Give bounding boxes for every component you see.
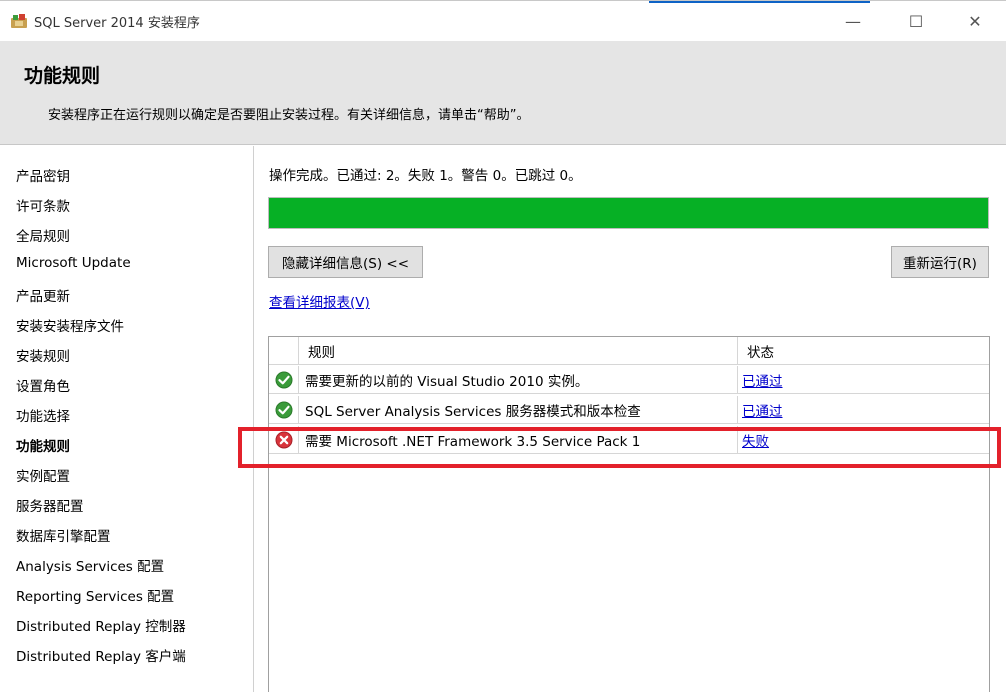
rule-name: SQL Server Analysis Services 服务器模式和版本检查 — [300, 396, 738, 423]
nav-item-setup-role[interactable]: 设置角色 — [16, 375, 70, 395]
nav-item-database-engine-configuration[interactable]: 数据库引擎配置 — [16, 525, 111, 545]
nav-item-microsoft-update[interactable]: Microsoft Update — [16, 255, 131, 271]
column-header-status[interactable]: 状态 — [739, 337, 989, 364]
rule-status-cell: 已通过 — [739, 366, 989, 393]
table-header-row: 规则 状态 — [269, 337, 989, 365]
maximize-button[interactable]: ☐ — [893, 1, 939, 41]
nav-item-install-setup-files[interactable]: 安装安装程序文件 — [16, 315, 124, 335]
nav-item-reporting-services-configuration[interactable]: Reporting Services 配置 — [16, 585, 174, 605]
column-header-rule[interactable]: 规则 — [300, 337, 738, 364]
rules-table: 规则 状态 需要更新的以前的 Visual Studio 2010 实例。 已通… — [268, 336, 990, 692]
minimize-button[interactable]: — — [830, 1, 876, 41]
close-button[interactable]: ✕ — [952, 1, 998, 41]
view-detailed-report-link[interactable]: 查看详细报表(V) — [269, 291, 370, 311]
table-row[interactable]: SQL Server Analysis Services 服务器模式和版本检查 … — [269, 396, 989, 424]
page-description: 安装程序正在运行规则以确定是否要阻止安装过程。有关详细信息，请单击“帮助”。 — [48, 108, 530, 123]
window-accent-line — [649, 1, 870, 3]
nav-item-server-configuration[interactable]: 服务器配置 — [16, 495, 84, 515]
table-row[interactable]: 需要更新的以前的 Visual Studio 2010 实例。 已通过 — [269, 366, 989, 394]
sql-server-setup-icon — [11, 14, 27, 28]
rule-status-link[interactable]: 已通过 — [742, 370, 783, 390]
page-header: 功能规则 安装程序正在运行规则以确定是否要阻止安装过程。有关详细信息，请单击“帮… — [0, 41, 1006, 145]
nav-item-feature-selection[interactable]: 功能选择 — [16, 405, 70, 425]
steps-sidebar: 产品密钥 许可条款 全局规则 Microsoft Update 产品更新 安装安… — [0, 161, 250, 692]
sidebar-divider — [253, 146, 254, 692]
rule-status-cell: 已通过 — [739, 396, 989, 423]
rerun-button[interactable]: 重新运行(R) — [891, 246, 989, 278]
progress-bar — [268, 197, 989, 229]
progress-bar-fill — [269, 198, 988, 228]
failed-rule-highlight-box — [238, 427, 1001, 468]
pass-check-icon-cell — [269, 366, 299, 393]
title-bar: SQL Server 2014 安装程序 — ☐ ✕ — [0, 1, 1006, 41]
pass-check-icon — [275, 371, 292, 388]
nav-item-distributed-replay-client[interactable]: Distributed Replay 客户端 — [16, 645, 186, 665]
window-title: SQL Server 2014 安装程序 — [34, 16, 200, 31]
nav-item-install-rules[interactable]: 安装规则 — [16, 345, 70, 365]
nav-item-product-key[interactable]: 产品密钥 — [16, 165, 70, 185]
pass-check-icon — [275, 401, 292, 418]
icon-column-header — [269, 337, 299, 364]
setup-window: SQL Server 2014 安装程序 — ☐ ✕ 功能规则 安装程序正在运行… — [0, 0, 1006, 692]
nav-item-product-updates[interactable]: 产品更新 — [16, 285, 70, 305]
nav-item-distributed-replay-controller[interactable]: Distributed Replay 控制器 — [16, 615, 186, 635]
nav-item-feature-rules[interactable]: 功能规则 — [16, 435, 70, 455]
nav-item-instance-configuration[interactable]: 实例配置 — [16, 465, 70, 485]
nav-item-analysis-services-configuration[interactable]: Analysis Services 配置 — [16, 555, 164, 575]
rule-status-link[interactable]: 已通过 — [742, 400, 783, 420]
hide-details-button[interactable]: 隐藏详细信息(S) << — [268, 246, 423, 278]
nav-item-global-rules[interactable]: 全局规则 — [16, 225, 70, 245]
page-title: 功能规则 — [24, 65, 101, 87]
pass-check-icon-cell — [269, 396, 299, 423]
rule-name: 需要更新的以前的 Visual Studio 2010 实例。 — [300, 366, 738, 393]
nav-item-license-terms[interactable]: 许可条款 — [16, 195, 70, 215]
operation-status-text: 操作完成。已通过: 2。失败 1。警告 0。已跳过 0。 — [269, 168, 582, 184]
